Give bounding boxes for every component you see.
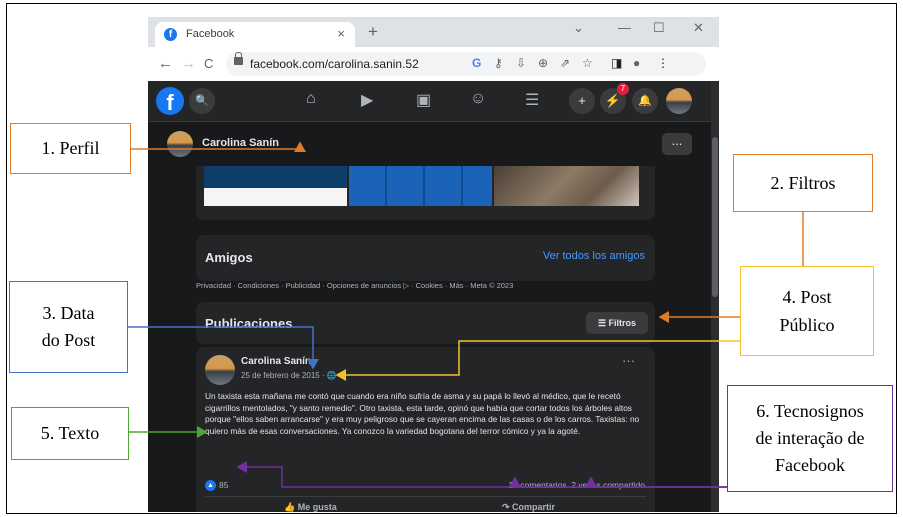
- callout-line: do Post: [41, 330, 96, 350]
- callout-line: Público: [779, 315, 835, 335]
- callout-line: 4. Post: [782, 287, 832, 307]
- arrow-data: [128, 326, 319, 370]
- callout-tecnosignos: 6. Tecnosignos de interação de Facebook: [727, 385, 893, 492]
- callout-line: 3. Data: [42, 303, 95, 323]
- callout-data-post: 3. Data do Post: [9, 281, 128, 373]
- callout-texto: 5. Texto: [11, 407, 129, 460]
- arrow-shares: [585, 476, 727, 488]
- arrow-likes: [236, 461, 727, 488]
- callout-line: 6. Tecnosignos: [756, 401, 864, 421]
- callout-filtros: 2. Filtros: [733, 154, 873, 212]
- callout-post-publico: 4. Post Público: [740, 266, 874, 356]
- arrow-comments: [509, 476, 727, 488]
- callout-line: Facebook: [775, 455, 845, 475]
- callout-perfil: 1. Perfil: [10, 123, 131, 174]
- arrow-perfil: [131, 141, 306, 152]
- callout-line: de interação de: [755, 428, 865, 448]
- arrow-publico: [335, 340, 798, 381]
